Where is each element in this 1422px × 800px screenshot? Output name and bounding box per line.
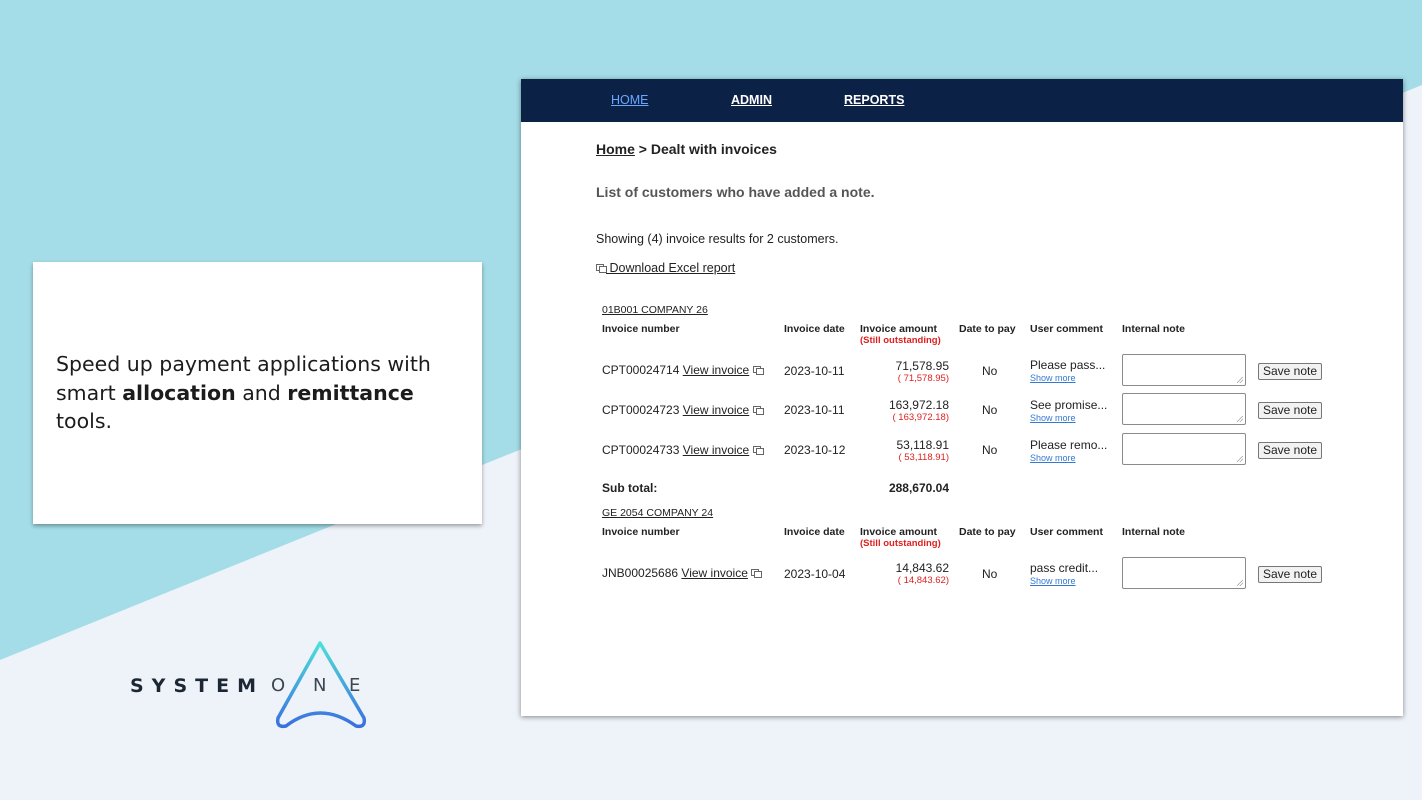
invoice-number-cell: CPT00024733 View invoice <box>602 443 764 457</box>
results-summary: Showing (4) invoice results for 2 custom… <box>596 232 839 246</box>
view-invoice-link[interactable]: View invoice <box>683 403 749 417</box>
copy-icon <box>596 264 607 274</box>
header-date-to-pay: Date to pay <box>959 526 1016 538</box>
nav-reports[interactable]: REPORTS <box>844 93 904 107</box>
subtotal-value: 288,670.04 <box>888 481 949 495</box>
download-excel-label: Download Excel report <box>606 261 736 275</box>
invoice-amount-cell: 71,578.95( 71,578.95) <box>849 359 949 384</box>
header-invoice-amount: Invoice amount (Still outstanding) <box>860 323 941 346</box>
view-invoice-link[interactable]: View invoice <box>683 443 749 457</box>
save-note-button[interactable]: Save note <box>1258 566 1323 583</box>
system-one-logo: SYSTEM O N E <box>130 640 390 735</box>
header-invoice-date: Invoice date <box>784 323 845 335</box>
download-excel-link[interactable]: Download Excel report <box>596 261 735 275</box>
copy-icon[interactable] <box>751 569 763 579</box>
top-navbar: HOME ADMIN REPORTS <box>521 79 1403 122</box>
nav-admin[interactable]: ADMIN <box>731 93 772 107</box>
app-window: HOME ADMIN REPORTS Home > Dealt with inv… <box>521 79 1403 716</box>
user-comment-cell: pass credit... Show more <box>1030 561 1099 588</box>
view-invoice-link[interactable]: View invoice <box>683 363 749 377</box>
page-subheading: List of customers who have added a note. <box>596 184 875 200</box>
header-date-to-pay: Date to pay <box>959 323 1016 335</box>
invoice-amount-cell: 14,843.62( 14,843.62) <box>849 561 949 585</box>
date-to-pay-cell: No <box>982 364 998 378</box>
copy-icon[interactable] <box>752 406 764 416</box>
header-invoice-amount: Invoice amount (Still outstanding) <box>860 526 941 549</box>
invoice-date-cell: 2023-10-11 <box>784 364 845 378</box>
promo-text: Speed up payment applications with smart… <box>56 352 431 433</box>
internal-note-textarea[interactable] <box>1122 354 1246 386</box>
save-note-button[interactable]: Save note <box>1258 363 1323 380</box>
header-invoice-number: Invoice number <box>602 323 680 335</box>
outstanding-amount: ( 14,843.62) <box>897 575 949 585</box>
invoice-date-cell: 2023-10-04 <box>784 567 846 581</box>
header-invoice-date: Invoice date <box>784 526 845 538</box>
subtotal-label: Sub total: <box>602 481 658 495</box>
view-invoice-link[interactable]: View invoice <box>681 566 747 580</box>
outstanding-amount: ( 53,118.91) <box>898 452 949 463</box>
internal-note-textarea[interactable] <box>1122 557 1246 589</box>
promo-card: Speed up payment applications with smart… <box>33 262 482 524</box>
date-to-pay-cell: No <box>982 403 998 417</box>
header-still-outstanding: (Still outstanding) <box>860 538 941 549</box>
invoice-amount-cell: 53,118.91( 53,118.91) <box>849 438 950 463</box>
save-note-button[interactable]: Save note <box>1258 402 1323 419</box>
header-internal-note: Internal note <box>1122 323 1186 335</box>
header-still-outstanding: (Still outstanding) <box>860 335 941 346</box>
outstanding-amount: ( 71,578.95) <box>897 373 949 384</box>
show-more-link[interactable]: Show more <box>1030 452 1107 465</box>
invoice-date-cell: 2023-10-12 <box>784 443 846 457</box>
breadcrumb-separator: > <box>634 141 651 157</box>
breadcrumb-current: Dealt with invoices <box>650 141 777 157</box>
date-to-pay-cell: No <box>982 567 998 581</box>
header-user-comment: User comment <box>1030 323 1103 335</box>
user-comment-cell: Please remo... Show more <box>1030 438 1108 465</box>
internal-note-textarea[interactable] <box>1122 393 1246 425</box>
breadcrumb: Home > Dealt with invoices <box>596 141 777 157</box>
save-note-button[interactable]: Save note <box>1258 442 1323 459</box>
header-user-comment: User comment <box>1030 526 1103 538</box>
copy-icon[interactable] <box>752 366 764 376</box>
invoice-number-cell: JNB00025686 View invoice <box>602 566 763 580</box>
nav-home[interactable]: HOME <box>611 93 649 107</box>
user-comment-cell: See promise... Show more <box>1030 398 1108 425</box>
show-more-link[interactable]: Show more <box>1030 372 1105 385</box>
invoice-number-cell: CPT00024723 View invoice <box>602 403 764 417</box>
breadcrumb-home[interactable]: Home <box>596 141 635 157</box>
show-more-link[interactable]: Show more <box>1030 412 1107 425</box>
internal-note-textarea[interactable] <box>1122 433 1246 465</box>
date-to-pay-cell: No <box>982 443 998 457</box>
show-more-link[interactable]: Show more <box>1030 575 1098 588</box>
company-link[interactable]: GE 2054 COMPANY 24 <box>602 507 713 519</box>
company-link[interactable]: 01B001 COMPANY 26 <box>602 304 708 316</box>
outstanding-amount: ( 163,972.18) <box>892 412 949 423</box>
copy-icon[interactable] <box>752 446 764 456</box>
invoice-date-cell: 2023-10-11 <box>784 403 845 417</box>
invoice-number-cell: CPT00024714 View invoice <box>602 363 764 377</box>
user-comment-cell: Please pass... Show more <box>1030 358 1106 385</box>
header-invoice-number: Invoice number <box>602 526 680 538</box>
invoice-amount-cell: 163,972.18( 163,972.18) <box>849 398 949 423</box>
header-internal-note: Internal note <box>1122 526 1186 538</box>
